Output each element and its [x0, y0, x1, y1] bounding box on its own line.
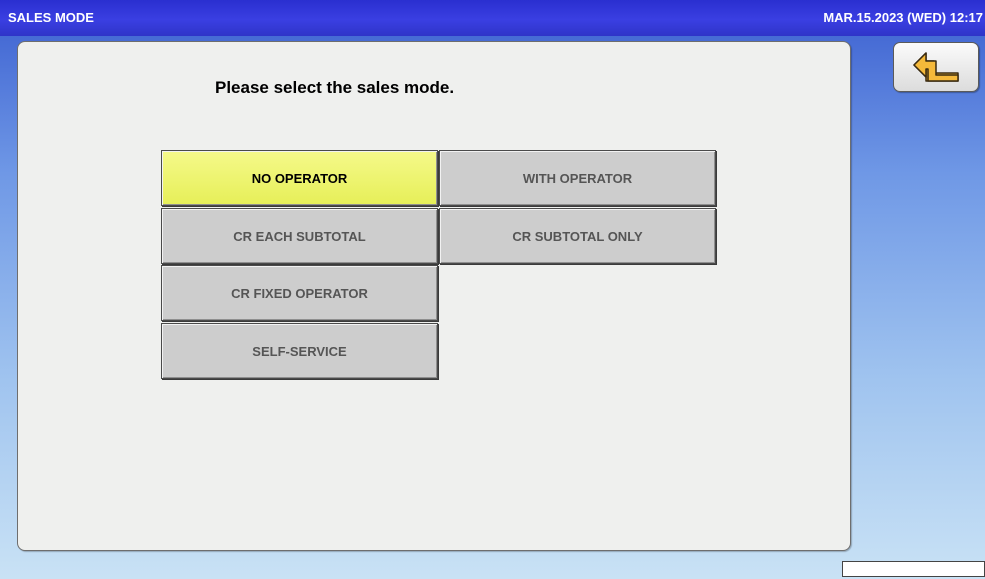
mode-button-no-operator[interactable]: NO OPERATOR [161, 150, 438, 206]
mode-button-self-service[interactable]: SELF-SERVICE [161, 323, 438, 379]
mode-button-cr-fixed-operator[interactable]: CR FIXED OPERATOR [161, 265, 438, 321]
mode-button-with-operator[interactable]: WITH OPERATOR [439, 150, 716, 206]
back-button[interactable] [893, 42, 979, 92]
status-box [842, 561, 985, 577]
title-bar: SALES MODE MAR.15.2023 (WED) 12:17 [0, 0, 985, 36]
page-prompt: Please select the sales mode. [215, 78, 455, 97]
screen-title: SALES MODE [8, 10, 94, 25]
date-time: MAR.15.2023 (WED) 12:17 [823, 10, 983, 25]
mode-button-cr-each-subtotal[interactable]: CR EACH SUBTOTAL [161, 208, 438, 264]
mode-button-cr-subtotal-only[interactable]: CR SUBTOTAL ONLY [439, 208, 716, 264]
return-arrow-icon [913, 52, 959, 82]
